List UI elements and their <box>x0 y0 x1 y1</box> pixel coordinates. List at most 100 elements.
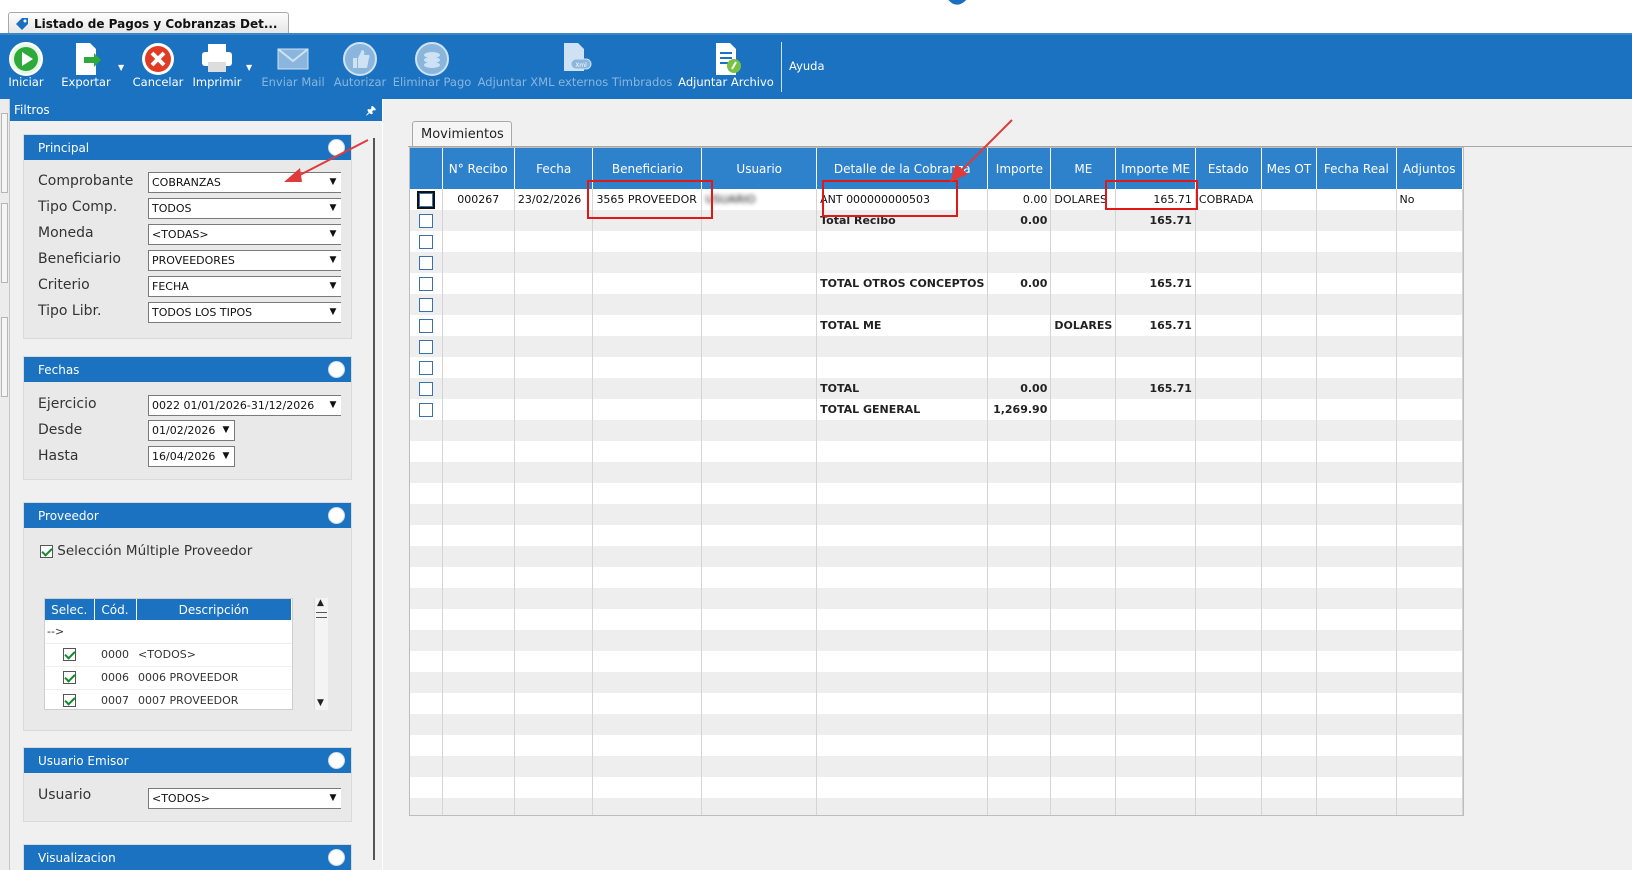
table-row[interactable] <box>410 231 1463 252</box>
ayuda-button[interactable]: Ayuda <box>789 59 825 73</box>
table-row[interactable]: TOTAL 0.00 165.71 <box>410 378 1463 399</box>
row-checkbox[interactable] <box>63 671 76 685</box>
tipo-comp-select[interactable]: TODOS ▼ <box>148 198 341 219</box>
eliminar-pago-button[interactable]: Eliminar Pago <box>393 39 471 95</box>
exportar-dropdown-icon[interactable]: ▼ <box>118 63 124 72</box>
table-row[interactable] <box>410 441 1463 462</box>
moneda-select[interactable]: <TODAS> ▼ <box>148 224 341 245</box>
autorizar-button[interactable]: Autorizar <box>333 39 387 95</box>
scroll-thumb[interactable] <box>316 612 327 618</box>
row-checkbox[interactable] <box>418 381 433 396</box>
row-checkbox[interactable] <box>418 297 433 312</box>
tab-movimientos[interactable]: Movimientos <box>412 121 512 146</box>
table-row[interactable] <box>410 357 1463 378</box>
column-header[interactable]: Mes OT <box>1261 148 1318 189</box>
table-row[interactable] <box>410 588 1463 609</box>
scroll-up-icon[interactable]: ▲ <box>317 598 324 608</box>
ejercicio-select[interactable]: 0022 01/01/2026-31/12/2026 ▼ <box>148 395 341 416</box>
table-row[interactable] <box>410 546 1463 567</box>
row-checkbox[interactable] <box>418 318 433 333</box>
table-row[interactable]: 0000 <TODOS> <box>45 643 292 667</box>
row-checkbox[interactable] <box>418 213 433 228</box>
imprimir-button[interactable]: Imprimir <box>192 39 242 95</box>
column-header[interactable]: Estado <box>1195 148 1262 189</box>
usuario-select[interactable]: <TODOS> ▼ <box>148 788 341 809</box>
table-row[interactable]: TOTAL ME DOLARES 165.71 <box>410 315 1463 336</box>
scroll-down-icon[interactable]: ▼ <box>317 698 324 708</box>
row-checkbox[interactable] <box>418 276 433 291</box>
proveedor-scrollbar[interactable]: ▲ ▼ <box>314 598 328 710</box>
row-checkbox[interactable] <box>418 255 433 270</box>
table-row[interactable] <box>410 714 1463 735</box>
row-checkbox[interactable] <box>418 402 433 417</box>
exportar-button[interactable]: Exportar <box>59 39 113 95</box>
column-header[interactable]: Fecha <box>514 148 594 189</box>
window-tab[interactable]: Listado de Pagos y Cobranzas Det... <box>8 12 289 35</box>
enviar-mail-button[interactable]: Enviar Mail <box>261 39 325 95</box>
row-checkbox[interactable] <box>418 360 433 375</box>
table-row[interactable] <box>410 294 1463 315</box>
pin-icon[interactable]: 🖈 <box>366 102 376 121</box>
proveedor-header[interactable]: Proveedor <box>24 503 351 528</box>
table-row[interactable] <box>410 756 1463 777</box>
table-row[interactable] <box>410 798 1463 815</box>
side-tab[interactable] <box>1 113 8 193</box>
table-row[interactable] <box>410 672 1463 693</box>
table-row[interactable] <box>410 252 1463 273</box>
adjuntar-xml-button[interactable]: Xml Adjuntar XML externos Timbrados <box>478 39 672 95</box>
visualizacion-header[interactable]: Visualizacion <box>24 845 351 870</box>
criterio-select[interactable]: FECHA ▼ <box>148 276 341 297</box>
column-header[interactable]: Descripción <box>136 599 292 620</box>
table-row[interactable]: TOTAL GENERAL 1,269.90 <box>410 399 1463 420</box>
column-header-select[interactable] <box>410 148 443 189</box>
row-checkbox[interactable] <box>418 234 433 249</box>
adjuntar-archivo-button[interactable]: Adjuntar Archivo <box>678 39 774 95</box>
table-row[interactable] <box>410 609 1463 630</box>
table-row[interactable] <box>410 483 1463 504</box>
table-row[interactable]: 0006 0006 PROVEEDOR <box>45 666 292 690</box>
table-row[interactable] <box>410 420 1463 441</box>
desde-date-picker[interactable]: 01/02/2026 ▼ <box>148 420 235 441</box>
row-checkbox[interactable] <box>416 190 435 209</box>
imprimir-dropdown-icon[interactable]: ▼ <box>246 63 252 72</box>
table-row[interactable] <box>410 735 1463 756</box>
tag-icon <box>16 18 28 30</box>
collapse-icon[interactable] <box>328 361 345 378</box>
table-row[interactable] <box>410 336 1463 357</box>
collapse-icon[interactable] <box>328 849 345 866</box>
row-checkbox[interactable] <box>63 648 76 662</box>
table-row[interactable] <box>410 525 1463 546</box>
detalle-cell <box>816 588 989 609</box>
column-header[interactable]: Cód. <box>94 599 137 620</box>
table-row[interactable] <box>410 504 1463 525</box>
usuario-emisor-header[interactable]: Usuario Emisor <box>24 748 351 773</box>
seleccion-multiple-checkbox[interactable]: Selección Múltiple Proveedor <box>40 543 252 559</box>
hasta-date-picker[interactable]: 16/04/2026 ▼ <box>148 446 235 467</box>
table-row[interactable] <box>410 462 1463 483</box>
table-row[interactable]: --> <box>45 620 292 644</box>
column-header[interactable]: Selec. <box>45 599 95 620</box>
fechas-header[interactable]: Fechas <box>24 357 351 382</box>
panel-splitter[interactable] <box>373 138 375 860</box>
beneficiario-select[interactable]: PROVEEDORES ▼ <box>148 250 341 271</box>
table-row[interactable] <box>410 693 1463 714</box>
column-header[interactable]: Fecha Real <box>1316 148 1397 189</box>
row-checkbox[interactable] <box>63 694 76 708</box>
table-row[interactable] <box>410 651 1463 672</box>
column-header[interactable]: Usuario <box>701 148 818 189</box>
collapse-icon[interactable] <box>328 752 345 769</box>
column-header[interactable]: Adjuntos <box>1396 148 1463 189</box>
table-row[interactable]: TOTAL OTROS CONCEPTOS 0.00 165.71 <box>410 273 1463 294</box>
table-row[interactable] <box>410 567 1463 588</box>
column-header[interactable]: N° Recibo <box>442 148 515 189</box>
row-checkbox[interactable] <box>418 339 433 354</box>
table-row[interactable] <box>410 630 1463 651</box>
table-row[interactable]: 0007 0007 PROVEEDOR <box>45 689 292 709</box>
table-row[interactable] <box>410 777 1463 798</box>
side-tab[interactable] <box>1 203 8 283</box>
cancelar-button[interactable]: Cancelar <box>133 39 183 95</box>
collapse-icon[interactable] <box>328 507 345 524</box>
side-tab[interactable] <box>1 317 8 397</box>
tipo-libr-select[interactable]: TODOS LOS TIPOS ▼ <box>148 302 341 323</box>
iniciar-button[interactable]: Iniciar <box>6 39 46 95</box>
